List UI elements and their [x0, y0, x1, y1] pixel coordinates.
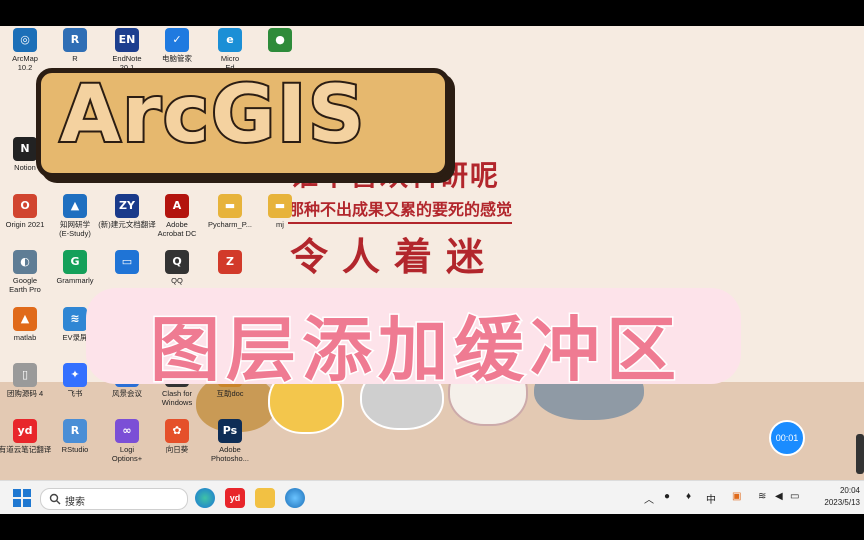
feishu-icon: ✦: [63, 363, 87, 387]
endnote-icon: EN: [115, 28, 139, 52]
taskbar-arcmap[interactable]: [285, 488, 305, 508]
battery-icon[interactable]: ▭: [790, 491, 799, 502]
tray-qq-icon[interactable]: ●: [664, 491, 670, 502]
photoshop-icon: Ps: [218, 419, 242, 443]
grammarly-icon: G: [63, 250, 87, 274]
google-earth-icon: ◐: [13, 250, 37, 274]
desktop: 谁不喜欢科研呢 那种不出成果又累的要死的感觉 令人着迷 ◎ArcMap 10.2…: [0, 26, 864, 514]
app-icon: Z: [218, 250, 242, 274]
letterbox-top: [0, 0, 864, 26]
search-placeholder: 搜索: [65, 497, 85, 508]
letterbox-bottom: [0, 514, 864, 540]
desktop-icon-label: 向日葵: [165, 445, 189, 454]
desktop-icon-label: 知网研学 (E-Study): [59, 220, 91, 238]
logi-icon: ∞: [115, 419, 139, 443]
tray-overflow-chevron-icon[interactable]: ︿: [644, 491, 654, 506]
desktop-icon[interactable]: ▲ 知网研学 (E-Study): [46, 194, 104, 244]
desktop-icon-label: mj: [276, 220, 284, 229]
side-panel-handle[interactable]: [856, 434, 864, 474]
taskbar-search[interactable]: 搜索: [40, 488, 188, 510]
desktop-icon-label: 电脑管家: [162, 54, 192, 63]
volume-icon[interactable]: ◀: [775, 491, 783, 502]
monitor-icon: ▭: [115, 250, 139, 274]
wallpaper-text-line3: 令人着迷: [290, 235, 499, 279]
desktop-icon-label: QQ: [171, 276, 183, 285]
notion-icon: N: [13, 137, 37, 161]
edge-icon: e: [218, 28, 242, 52]
sunflower-icon: ✿: [165, 419, 189, 443]
desktop-icon-label: Adobe Photosho...: [211, 445, 249, 463]
desktop-icon[interactable]: A Adobe Acrobat DC: [148, 194, 206, 244]
ime-indicator[interactable]: 中: [706, 491, 716, 506]
desktop-icon-label: RStudio: [61, 445, 89, 454]
search-icon: [49, 493, 61, 505]
recording-timer[interactable]: 00:01: [769, 420, 805, 456]
clock-date: 2023/5/13: [824, 498, 860, 507]
app-icon: ●: [268, 28, 292, 52]
youdao-icon: yd: [13, 419, 37, 443]
taskbar-youdao[interactable]: yd: [225, 488, 245, 508]
clock-time: 20:04: [839, 486, 860, 495]
arcmap-icon: ◎: [13, 28, 37, 52]
video-subtitle: 图层添加缓冲区: [149, 308, 682, 393]
wallpaper-text-line2: 那种不出成果又累的要死的感觉: [288, 196, 513, 224]
video-title: ArcGIS: [58, 68, 367, 162]
origin-icon: O: [13, 194, 37, 218]
desktop-icon-label: R: [72, 54, 78, 63]
tray-input-icon[interactable]: ▣: [732, 491, 741, 502]
taskbar: 搜索 yd ︿ ● ♦ 中 ▣ ≋ ◀ ▭ 20:04 2023/5/13: [0, 480, 864, 514]
folder-icon: ▬: [268, 194, 292, 218]
desktop-icon[interactable]: Ps Adobe Photosho...: [201, 419, 259, 469]
desktop-icon[interactable]: ▬ mj: [251, 194, 309, 244]
qq-icon: Q: [165, 250, 189, 274]
pc-manager-icon: ✓: [165, 28, 189, 52]
windows-icon: [13, 489, 31, 507]
desktop-icon-label: Grammarly: [56, 276, 94, 285]
desktop-icon[interactable]: ✿ 向日葵: [148, 419, 206, 469]
desktop-icon-label: Adobe Acrobat DC: [157, 220, 197, 238]
taskbar-file-explorer[interactable]: [255, 488, 275, 508]
desktop-icon[interactable]: R RStudio: [46, 419, 104, 469]
folder-icon: ▬: [218, 194, 242, 218]
taskbar-clock[interactable]: 20:04 2023/5/13: [800, 485, 860, 509]
estudy-icon: ▲: [63, 194, 87, 218]
r-icon: R: [63, 28, 87, 52]
matlab-icon: ▲: [13, 307, 37, 331]
desktop-icon[interactable]: G Grammarly: [46, 250, 104, 300]
start-button[interactable]: [12, 488, 32, 508]
taskbar-edge[interactable]: [195, 488, 215, 508]
document-icon: ▯: [13, 363, 37, 387]
rstudio-icon: R: [63, 419, 87, 443]
tray-mic-icon[interactable]: ♦: [686, 491, 691, 502]
wifi-icon[interactable]: ≋: [758, 491, 766, 502]
acrobat-icon: A: [165, 194, 189, 218]
ev-recorder-icon: ≋: [63, 307, 87, 331]
translate-icon: ZY: [115, 194, 139, 218]
